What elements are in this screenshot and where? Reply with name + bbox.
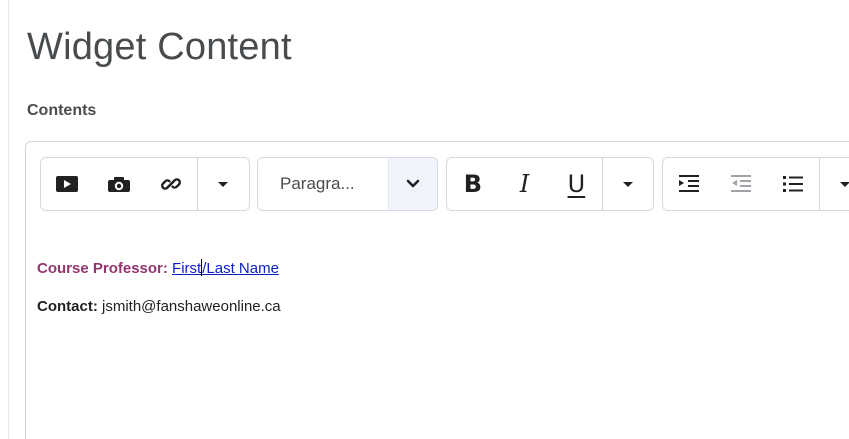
contact-line: Contact: jsmith@fanshaweonline.ca	[37, 297, 281, 317]
bold-button[interactable]: B	[447, 158, 499, 210]
more-insert-button[interactable]	[197, 158, 248, 210]
more-format-chevron-icon	[623, 182, 634, 187]
bold-icon: B	[463, 170, 483, 198]
widget-content-page: Widget Content Contents Paragra... B I U…	[0, 0, 849, 439]
professor-label: Course Professor:	[37, 260, 168, 277]
professor-line: Course Professor: First/Last Name	[37, 259, 279, 279]
block-format-select[interactable]: Paragra...	[257, 157, 438, 211]
insert-toolbar-group	[40, 157, 250, 211]
insert-video-icon	[56, 176, 78, 192]
italic-icon: I	[519, 170, 530, 198]
more-list-button[interactable]	[819, 158, 849, 210]
contact-email: jsmith@fanshaweonline.ca	[102, 298, 281, 315]
left-divider	[8, 0, 9, 439]
professor-link-text-2: /Last Name	[202, 260, 279, 277]
more-insert-chevron-icon	[218, 182, 228, 187]
insert-video-button[interactable]	[41, 158, 93, 210]
list-toolbar-group	[662, 157, 849, 211]
insert-link-icon	[161, 178, 181, 190]
rich-text-editor[interactable]: Paragra... B I U Course Professor: First…	[25, 141, 849, 439]
block-format-value: Paragra...	[280, 174, 355, 193]
more-format-button[interactable]	[602, 158, 653, 210]
underline-button[interactable]: U	[551, 158, 603, 210]
underline-icon: U	[567, 170, 586, 198]
text-format-toolbar-group: B I U	[446, 157, 654, 211]
insert-image-icon	[108, 177, 130, 192]
insert-link-button[interactable]	[145, 158, 197, 210]
contents-label: Contents	[27, 102, 97, 119]
block-format-dropdown-button[interactable]	[388, 158, 437, 210]
outdent-button[interactable]	[715, 158, 767, 210]
page-title: Widget Content	[27, 26, 292, 68]
bullet-list-icon	[783, 176, 803, 192]
professor-link-text-1: First	[172, 260, 202, 277]
chevron-down-icon	[406, 179, 420, 188]
professor-name-link[interactable]: First/Last Name	[172, 259, 279, 277]
italic-button[interactable]: I	[499, 158, 551, 210]
more-list-chevron-icon	[840, 182, 849, 187]
bullet-list-button[interactable]	[767, 158, 819, 210]
indent-icon	[679, 175, 699, 192]
insert-image-button[interactable]	[93, 158, 145, 210]
contact-label: Contact:	[37, 298, 98, 315]
indent-button[interactable]	[663, 158, 715, 210]
outdent-icon	[731, 175, 751, 192]
